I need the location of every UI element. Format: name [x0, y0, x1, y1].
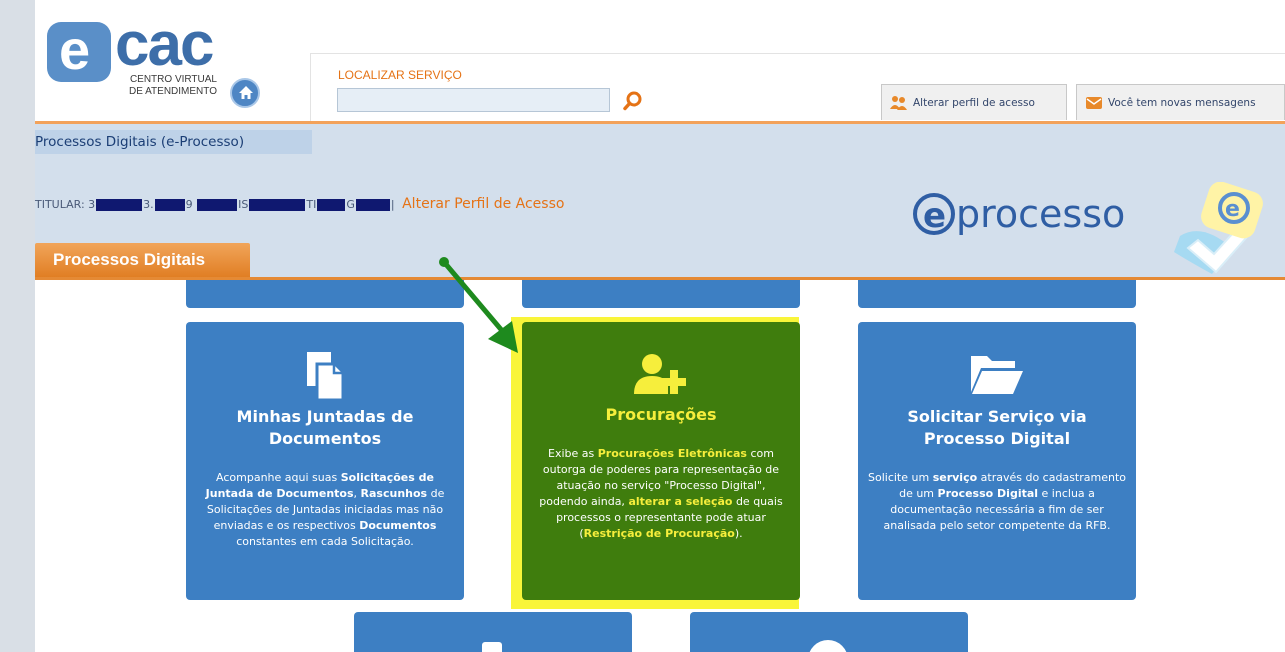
ecac-logo[interactable]: e cac CENTRO VIRTUAL DE ATENDIMENTO — [35, 0, 310, 122]
redaction — [355, 199, 390, 211]
redaction — [317, 199, 346, 211]
mail-icon — [1085, 95, 1103, 111]
redaction — [154, 199, 185, 211]
card-partial-bottom-1[interactable] — [354, 612, 632, 652]
tab-processos-digitais[interactable]: Processos Digitais — [35, 243, 250, 278]
card-solicitar-servico[interactable]: Solicitar Serviço via Processo Digital S… — [858, 322, 1136, 600]
card-title: Minhas Juntadas de Documentos — [236, 407, 414, 448]
card-partial-top-2[interactable] — [522, 280, 800, 308]
redaction — [249, 199, 306, 211]
users-icon — [890, 95, 908, 111]
eprocesso-logo: e processo e — [912, 182, 1285, 278]
left-gutter — [0, 0, 35, 652]
header: e cac CENTRO VIRTUAL DE ATENDIMENTO LOCA… — [35, 0, 1285, 122]
card-description: Exibe as Procurações Eletrônicas com out… — [539, 447, 783, 540]
ecac-logo-e: e — [47, 20, 111, 82]
document-icon — [482, 642, 502, 652]
alterar-perfil-link[interactable]: Alterar Perfil de Acesso — [402, 196, 564, 212]
search-label: LOCALIZAR SERVIÇO — [338, 68, 462, 82]
svg-text:e: e — [1225, 197, 1240, 222]
card-title: Procurações — [605, 405, 717, 424]
info-icon — [808, 640, 848, 652]
folder-open-icon — [969, 352, 1025, 396]
mensagens-button[interactable]: Você tem novas mensagens — [1076, 84, 1285, 120]
card-partial-top-3[interactable] — [858, 280, 1136, 308]
page: e cac CENTRO VIRTUAL DE ATENDIMENTO LOCA… — [0, 0, 1285, 652]
card-procuracoes[interactable]: Procurações Exibe as Procurações Eletrôn… — [522, 322, 800, 600]
card-description: Acompanhe aqui suas Solicitações de Junt… — [205, 471, 445, 548]
alterar-perfil-button[interactable]: Alterar perfil de acesso — [881, 84, 1067, 120]
eprocesso-logo-text: processo — [956, 192, 1125, 236]
document-icon — [305, 350, 345, 402]
card-partial-bottom-2[interactable] — [690, 612, 968, 652]
card-partial-top-1[interactable] — [186, 280, 464, 308]
ecac-logo-subtitle: CENTRO VIRTUAL DE ATENDIMENTO — [129, 74, 217, 97]
annotation-arrow-icon — [439, 257, 518, 353]
card-description: Solicite um serviço através do cadastram… — [868, 471, 1126, 532]
redaction — [197, 199, 238, 211]
search-icon[interactable] — [622, 90, 644, 112]
ecac-logo-text: cac — [115, 10, 214, 79]
card-minhas-juntadas[interactable]: Minhas Juntadas de Documentos Acompanhe … — [186, 322, 464, 600]
svg-text:e: e — [923, 196, 946, 236]
titular-info: TITULAR: 3 3. 9 IS TI G | Alterar Perfil de A… — [35, 196, 565, 212]
breadcrumb-current[interactable]: Processos Digitais (e-Processo) — [35, 130, 312, 154]
home-icon[interactable] — [230, 78, 260, 108]
breadcrumb: Processos Digitais (e-Processo) — [35, 124, 1285, 158]
card-title: Solicitar Serviço via Processo Digital — [907, 407, 1087, 448]
add-user-icon — [632, 352, 690, 396]
search-input[interactable] — [337, 88, 610, 112]
redaction — [96, 199, 143, 211]
eprocesso-emblem-icon: e — [1174, 182, 1263, 274]
